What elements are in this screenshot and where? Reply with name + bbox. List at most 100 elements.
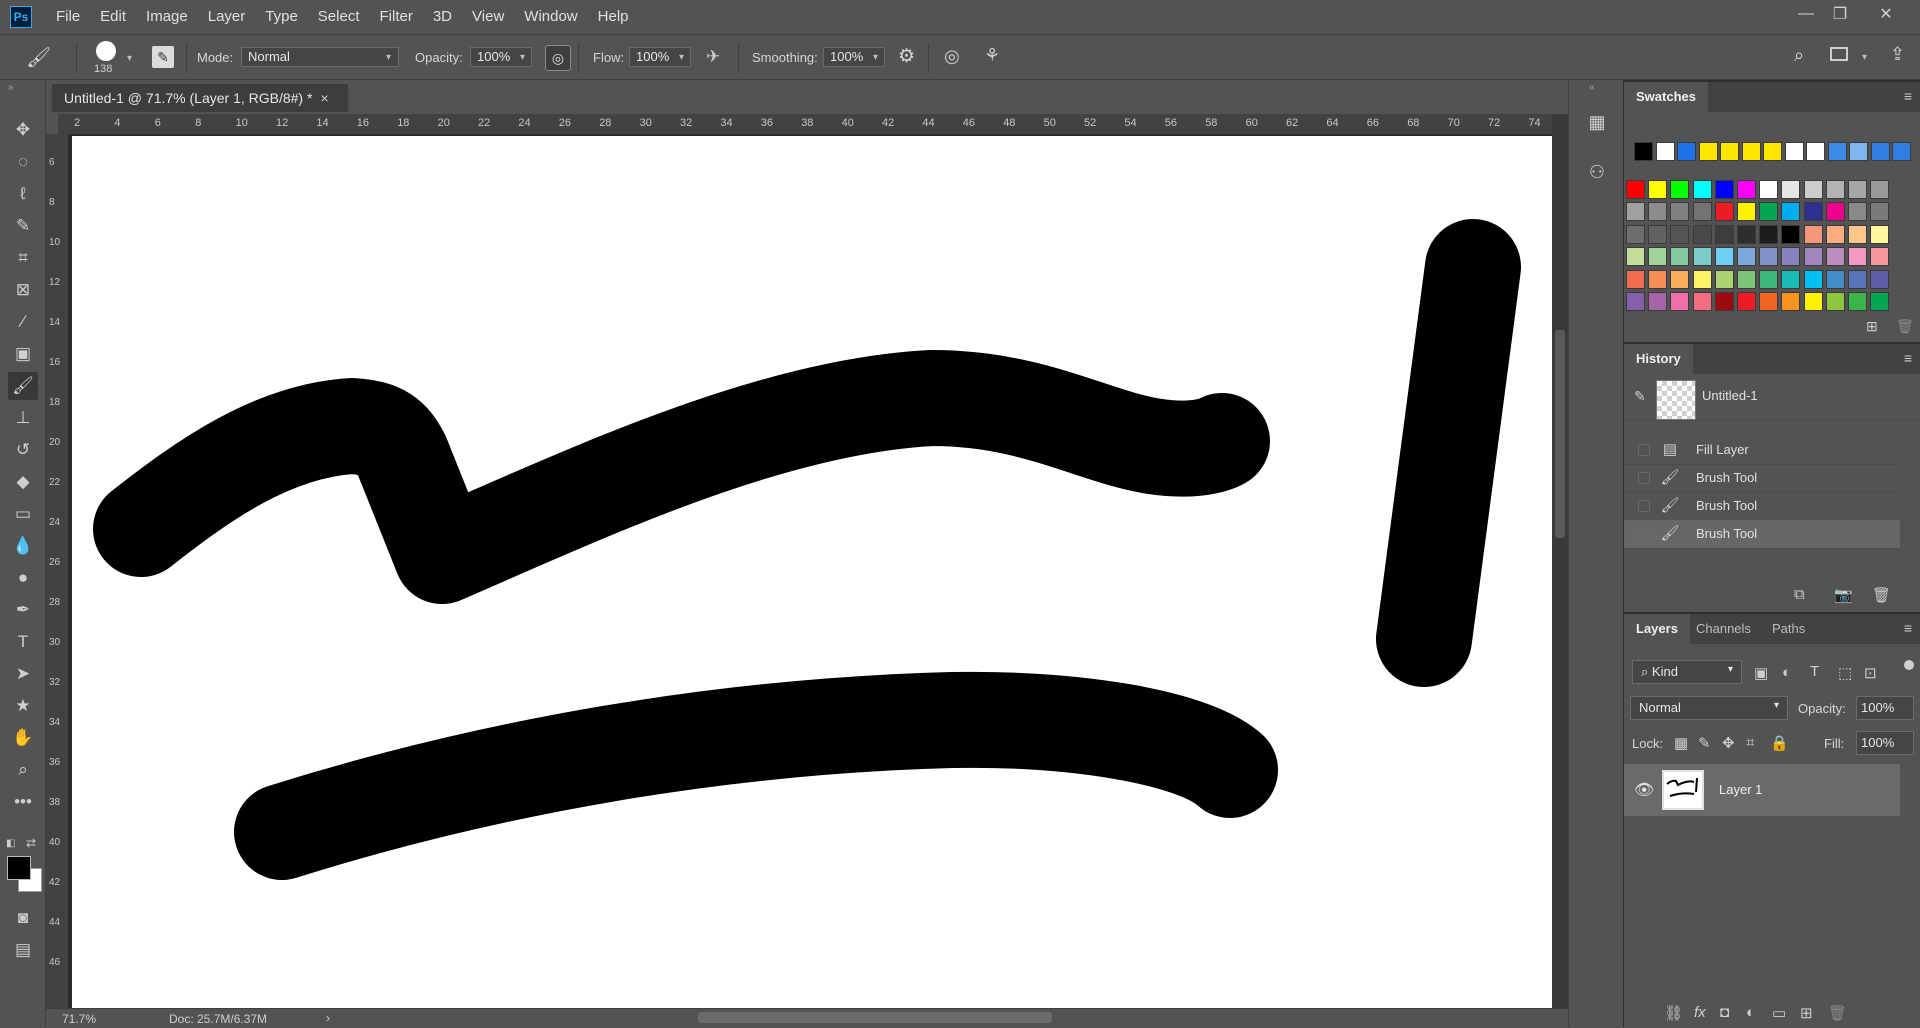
swatch[interactable] [1825, 269, 1845, 289]
filter-pixel-icon[interactable]: ▣ [1754, 664, 1768, 682]
swatch[interactable] [1870, 292, 1890, 311]
swatch[interactable] [1825, 180, 1845, 199]
panel-menu-icon[interactable]: ≡ [1904, 620, 1912, 636]
history-item[interactable]: ▤ Fill Layer [1624, 436, 1900, 465]
recent-swatch[interactable] [1806, 142, 1825, 161]
swatch[interactable] [1626, 180, 1645, 199]
swatch[interactable] [1670, 247, 1690, 267]
swatch[interactable] [1714, 224, 1734, 244]
pressure-size-icon[interactable]: ◎ [944, 46, 960, 67]
swatch[interactable] [1759, 202, 1779, 222]
swatch[interactable] [1692, 224, 1712, 244]
workspace-icon[interactable] [1830, 47, 1848, 61]
swatch[interactable] [1648, 202, 1668, 222]
swatch[interactable] [1714, 269, 1734, 289]
libraries-icon[interactable]: ▦ [1585, 112, 1609, 136]
swatch[interactable] [1848, 269, 1867, 289]
swatch[interactable] [1692, 292, 1712, 311]
filter-kind-select[interactable]: ⌕ Kind ▾ [1632, 660, 1742, 684]
swatch[interactable] [1759, 224, 1779, 244]
recent-swatch[interactable] [1763, 142, 1782, 161]
add-mask-icon[interactable]: ◘ [1720, 1004, 1729, 1021]
swatch[interactable] [1626, 247, 1645, 267]
healing-brush-tool-icon[interactable]: ▣ [8, 340, 38, 368]
frame-tool-icon[interactable]: ⊠ [8, 276, 38, 304]
panel-menu-icon[interactable]: ≡ [1904, 88, 1912, 104]
airbrush-icon[interactable]: ✈ [706, 47, 720, 67]
lock-pixels-icon[interactable]: ✎ [1698, 734, 1711, 752]
swatch[interactable] [1848, 202, 1867, 222]
history-checkbox[interactable] [1638, 444, 1650, 456]
recent-swatch[interactable] [1849, 142, 1868, 161]
swatch[interactable] [1870, 269, 1890, 289]
tab-paths[interactable]: Paths [1760, 614, 1817, 644]
fill-field[interactable]: 100% [1856, 731, 1914, 755]
recent-swatch[interactable] [1784, 142, 1804, 161]
status-menu-icon[interactable]: › [326, 1011, 330, 1025]
swatch[interactable] [1737, 269, 1756, 289]
swatch[interactable] [1848, 224, 1867, 244]
chevron-down-icon[interactable]: ▾ [520, 52, 525, 63]
new-swatch-icon[interactable]: ⊞ [1866, 318, 1878, 335]
eye-icon[interactable]: 👁 [1634, 780, 1654, 800]
tab-channels[interactable]: Channels [1684, 614, 1763, 644]
chevron-down-icon[interactable]: ▾ [127, 53, 132, 64]
swatch[interactable] [1870, 202, 1890, 222]
swatch[interactable] [1759, 180, 1779, 199]
history-checkbox[interactable] [1638, 472, 1650, 484]
new-layer-icon[interactable]: ⊞ [1800, 1004, 1813, 1022]
filter-toggle[interactable] [1904, 660, 1914, 670]
recent-swatch[interactable] [1655, 142, 1675, 161]
history-item[interactable]: 🖌 Brush Tool [1624, 464, 1900, 493]
swatch[interactable] [1870, 180, 1890, 199]
swatch[interactable] [1626, 292, 1645, 311]
swatch[interactable] [1759, 269, 1779, 289]
menu-edit[interactable]: Edit [100, 8, 126, 25]
history-item[interactable]: 🖌 Brush Tool [1624, 492, 1900, 521]
menu-file[interactable]: File [56, 8, 80, 25]
swatch[interactable] [1626, 269, 1645, 289]
menu-filter[interactable]: Filter [380, 8, 413, 25]
trash-icon[interactable]: 🗑 [1872, 586, 1891, 604]
recent-swatch[interactable] [1677, 142, 1696, 161]
recent-swatch[interactable] [1720, 142, 1739, 161]
swatch[interactable] [1781, 269, 1801, 289]
type-tool-icon[interactable]: T [8, 628, 38, 656]
menu-view[interactable]: View [472, 8, 504, 25]
swatch[interactable] [1670, 180, 1690, 199]
menu-help[interactable]: Help [598, 8, 629, 25]
zoom-tool-icon[interactable]: ⌕ [8, 756, 38, 784]
menu-type[interactable]: Type [265, 8, 298, 25]
menu-window[interactable]: Window [524, 8, 577, 25]
swatch[interactable] [1848, 292, 1867, 311]
swatch[interactable] [1648, 269, 1668, 289]
eyedropper-tool-icon[interactable]: ⁄ [8, 308, 38, 336]
zoom-level[interactable]: 71.7% [62, 1012, 96, 1026]
swatch[interactable] [1670, 202, 1690, 222]
swatch[interactable] [1781, 202, 1801, 222]
swatch[interactable] [1825, 202, 1845, 222]
layer-name[interactable]: Layer 1 [1719, 782, 1762, 797]
recent-swatch[interactable] [1892, 142, 1911, 161]
share-icon[interactable]: ⇪ [1890, 44, 1905, 65]
swatch[interactable] [1670, 269, 1690, 289]
swatch[interactable] [1803, 247, 1823, 267]
dodge-tool-icon[interactable]: ● [8, 564, 38, 592]
swatch[interactable] [1803, 180, 1823, 199]
stamp-tool-icon[interactable]: ⊥ [8, 404, 38, 432]
close-window-icon[interactable]: ✕ [1866, 0, 1906, 28]
camera-icon[interactable]: 📷 [1834, 586, 1853, 604]
shape-tool-icon[interactable]: ★ [8, 692, 38, 720]
chevron-down-icon[interactable]: ▾ [1862, 52, 1867, 63]
delete-swatch-icon[interactable]: 🗑 [1896, 318, 1914, 335]
quick-mask-icon[interactable]: ◙ [8, 904, 38, 932]
swatch[interactable] [1825, 224, 1845, 244]
history-brush-source-icon[interactable]: ✎ [1634, 388, 1646, 405]
lock-transparency-icon[interactable]: ▦ [1674, 734, 1688, 752]
recent-swatch[interactable] [1827, 142, 1847, 161]
chevron-down-icon[interactable]: ▾ [679, 52, 684, 63]
link-layers-icon[interactable]: ⛓ [1664, 1004, 1683, 1022]
swatch[interactable] [1714, 180, 1734, 199]
layer-opacity-field[interactable]: 100% [1856, 696, 1914, 720]
more-tools-icon[interactable]: ••• [8, 788, 38, 816]
